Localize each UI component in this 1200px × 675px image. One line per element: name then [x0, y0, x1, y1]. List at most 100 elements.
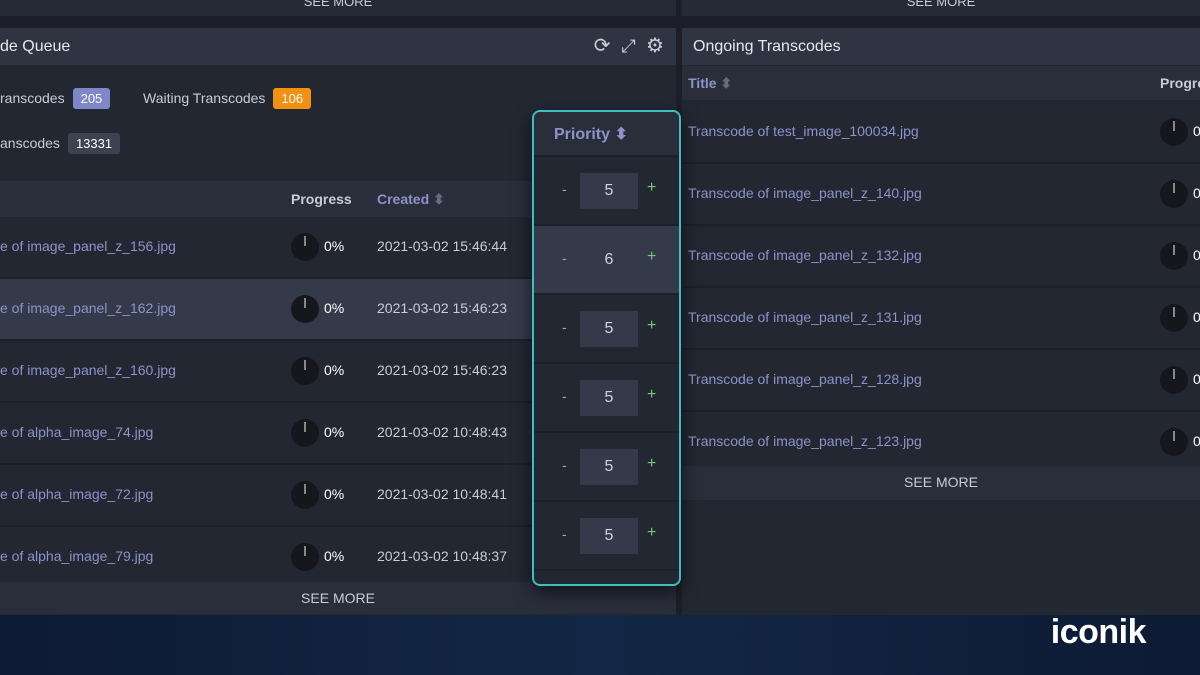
row-title[interactable]: e of alpha_image_74.jpg [0, 424, 153, 440]
column-progress: Progress [291, 191, 352, 207]
decrement-button[interactable]: - [562, 457, 567, 473]
row-title[interactable]: Transcode of image_panel_z_131.jpg [688, 309, 922, 325]
priority-stepper: - 5 + [534, 364, 679, 433]
footer-banner: iconik [0, 613, 1200, 675]
priority-stepper: - 5 + [534, 295, 679, 364]
priority-column-popup: Priority ⬍ - 5 + - 6 + - 5 + - 5 + - 5 +… [532, 110, 681, 586]
row-title[interactable]: e of image_panel_z_162.jpg [0, 300, 176, 316]
progress-dial-icon [1160, 180, 1188, 208]
panel-title: Ongoing Transcodes [693, 38, 841, 55]
row-title[interactable]: Transcode of image_panel_z_140.jpg [688, 185, 922, 201]
table-row[interactable]: Transcode of image_panel_z_132.jpg 0 [682, 226, 1200, 288]
see-more-button[interactable]: SEE MORE [0, 582, 676, 614]
priority-value[interactable]: 5 [580, 449, 638, 485]
row-created: 2021-03-02 10:48:41 [377, 486, 507, 502]
stat-total: anscodes 13331 [0, 133, 121, 154]
see-more-top-left[interactable]: SEE MORE [0, 0, 676, 16]
decrement-button[interactable]: - [562, 181, 567, 197]
gear-icon[interactable]: ⚙ [644, 28, 666, 65]
row-progress: 0% [324, 548, 345, 564]
stat-waiting: Waiting Transcodes 106 [143, 88, 312, 109]
priority-value[interactable]: 5 [580, 173, 638, 209]
decrement-button[interactable]: - [562, 250, 567, 266]
panel-header: de Queue ⟳ ⤢ ⚙ [0, 28, 676, 65]
ongoing-rows: Transcode of test_image_100034.jpg 0 Tra… [682, 102, 1200, 474]
row-progress: 0 [1193, 123, 1200, 139]
increment-button[interactable]: + [647, 317, 656, 335]
row-title[interactable]: e of image_panel_z_156.jpg [0, 238, 176, 254]
row-title[interactable]: e of alpha_image_79.jpg [0, 548, 153, 564]
increment-button[interactable]: + [647, 524, 656, 542]
table-row[interactable]: Transcode of test_image_100034.jpg 0 [682, 102, 1200, 164]
stat-running: ranscodes 205 [0, 88, 111, 109]
progress-dial-icon [1160, 366, 1188, 394]
row-progress: 0 [1193, 247, 1200, 263]
row-created: 2021-03-02 15:46:44 [377, 238, 507, 254]
running-count-badge: 205 [72, 88, 111, 109]
refresh-icon[interactable]: ⟳ [591, 28, 613, 65]
progress-dial-icon [291, 357, 319, 385]
row-progress: 0% [324, 486, 345, 502]
priority-value[interactable]: 6 [580, 242, 638, 278]
row-progress: 0% [324, 362, 345, 378]
increment-button[interactable]: + [647, 248, 656, 266]
table-row[interactable]: Transcode of image_panel_z_131.jpg 0 [682, 288, 1200, 350]
decrement-button[interactable]: - [562, 319, 567, 335]
progress-dial-icon [291, 295, 319, 323]
iconik-logo: iconik [1050, 613, 1147, 651]
table-row[interactable]: Transcode of image_panel_z_123.jpg 0 [682, 412, 1200, 474]
waiting-count-badge: 106 [273, 88, 312, 109]
decrement-button[interactable]: - [562, 526, 567, 542]
table-row[interactable]: Transcode of image_panel_z_140.jpg 0 [682, 164, 1200, 226]
row-progress: 0% [324, 300, 345, 316]
progress-dial-icon [1160, 304, 1188, 332]
increment-button[interactable]: + [647, 455, 656, 473]
progress-dial-icon [291, 233, 319, 261]
see-more-button[interactable]: SEE MORE [682, 466, 1200, 500]
row-progress: 0 [1193, 433, 1200, 449]
see-more-top-right[interactable]: SEE MORE [682, 0, 1200, 16]
priority-stepper: - 5 + [534, 433, 679, 502]
progress-dial-icon [291, 543, 319, 571]
column-created[interactable]: Created ⬍ [377, 181, 445, 217]
row-title[interactable]: Transcode of test_image_100034.jpg [688, 123, 919, 139]
priority-stepper: - 5 + [534, 157, 679, 226]
priority-value[interactable]: 5 [580, 311, 638, 347]
see-more-label: SEE MORE [906, 0, 976, 9]
priority-value[interactable]: 5 [580, 380, 638, 416]
decrement-button[interactable]: - [562, 388, 567, 404]
row-progress: 0 [1193, 371, 1200, 387]
row-created: 2021-03-02 15:46:23 [377, 362, 507, 378]
row-progress: 0% [324, 238, 345, 254]
increment-button[interactable]: + [647, 179, 656, 197]
row-title[interactable]: Transcode of image_panel_z_128.jpg [688, 371, 922, 387]
panel-header: Ongoing Transcodes [682, 28, 1200, 65]
table-row[interactable]: Transcode of image_panel_z_128.jpg 0 [682, 350, 1200, 412]
priority-stepper: - 6 + [534, 226, 679, 295]
row-progress: 0 [1193, 309, 1200, 325]
see-more-label: SEE MORE [303, 0, 373, 9]
row-title[interactable]: e of image_panel_z_160.jpg [0, 362, 176, 378]
progress-dial-icon [1160, 242, 1188, 270]
sort-icon: ⬍ [614, 126, 628, 143]
row-created: 2021-03-02 10:48:37 [377, 548, 507, 564]
priority-header[interactable]: Priority ⬍ [534, 112, 679, 157]
priority-value[interactable]: 5 [580, 518, 638, 554]
row-created: 2021-03-02 15:46:23 [377, 300, 507, 316]
row-title[interactable]: Transcode of image_panel_z_132.jpg [688, 247, 922, 263]
ongoing-transcodes-panel: Ongoing Transcodes Title ⬍ Progre Transc… [682, 28, 1200, 615]
row-progress: 0 [1193, 185, 1200, 201]
row-created: 2021-03-02 10:48:43 [377, 424, 507, 440]
total-count-badge: 13331 [67, 133, 121, 154]
priority-stepper: - 5 + [534, 502, 679, 571]
column-title[interactable]: Title ⬍ [688, 66, 732, 100]
progress-dial-icon [1160, 118, 1188, 146]
progress-dial-icon [1160, 428, 1188, 456]
row-title[interactable]: Transcode of image_panel_z_123.jpg [688, 433, 922, 449]
panel-title: de Queue [0, 38, 71, 55]
row-title[interactable]: e of alpha_image_72.jpg [0, 486, 153, 502]
sort-icon: ⬍ [433, 191, 445, 207]
column-progress: Progre [1160, 75, 1200, 91]
expand-icon[interactable]: ⤢ [618, 28, 640, 65]
increment-button[interactable]: + [647, 386, 656, 404]
